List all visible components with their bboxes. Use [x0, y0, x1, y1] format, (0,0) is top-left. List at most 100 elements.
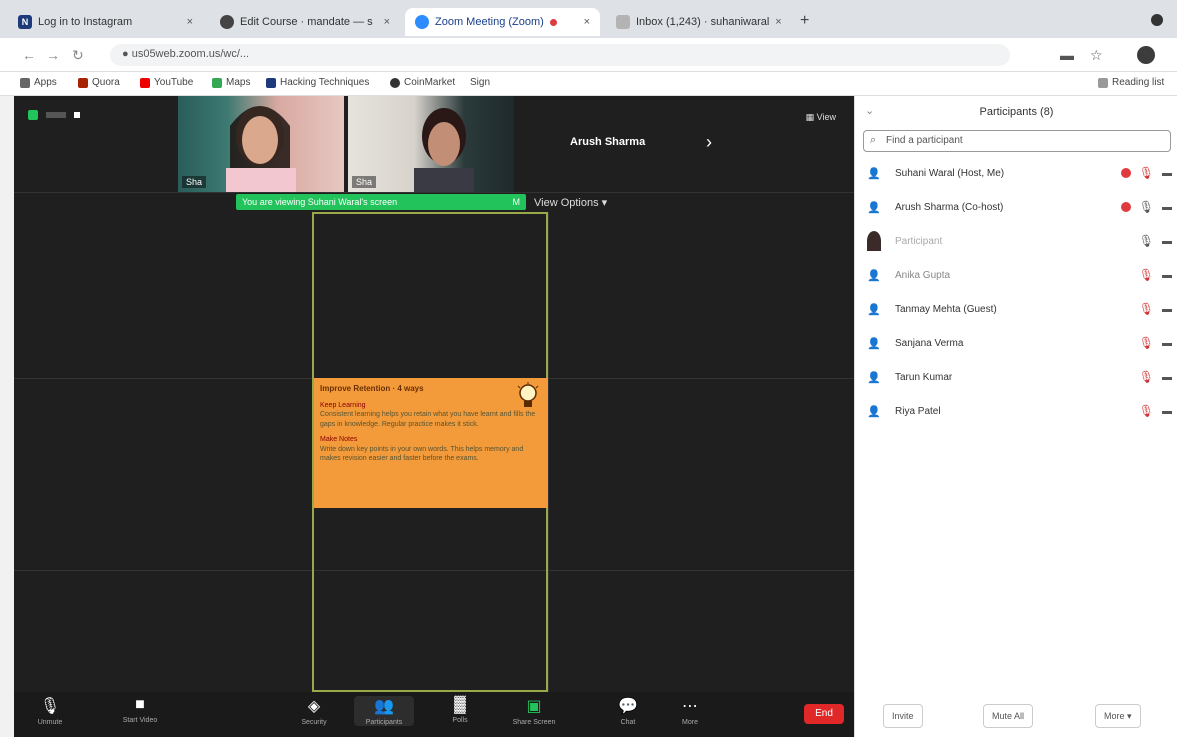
participant-name: Riya Patel: [895, 405, 941, 417]
reading-list-button[interactable]: Reading list: [1098, 77, 1164, 88]
security-button[interactable]: ◈ Security: [284, 696, 344, 726]
end-meeting-button[interactable]: End: [804, 704, 844, 724]
mic-muted-icon[interactable]: 🎙: [1139, 370, 1154, 384]
url-field[interactable]: ● us05web.zoom.us/wc/...: [110, 44, 1010, 66]
mic-muted-icon[interactable]: 🎙: [1139, 166, 1154, 180]
back-icon[interactable]: ←: [22, 47, 36, 63]
participant-row[interactable]: 👤 Arush Sharma (Co-host) 🎙 ▬: [867, 192, 1172, 222]
reload-icon[interactable]: ↻: [72, 47, 84, 64]
video-off-icon[interactable]: ▬: [1162, 304, 1172, 315]
participant-row[interactable]: 👤 Sanjana Verma 🎙 ▬: [867, 328, 1172, 358]
video-off-icon[interactable]: ▬: [1162, 406, 1172, 417]
person-icon: 👤: [867, 303, 881, 316]
tab-edit-course[interactable]: Edit Course · mandate — s ×: [210, 8, 400, 36]
participant-search-input[interactable]: ⌕ Find a participant: [863, 130, 1171, 152]
shield-icon: ◈: [307, 698, 321, 715]
tab-inbox[interactable]: Inbox (1,243) · suhaniwaral ×: [606, 8, 791, 36]
participant-row[interactable]: 👤 Anika Gupta 🎙 ▬: [867, 260, 1172, 290]
start-video-button[interactable]: ■ Start Video: [110, 696, 170, 724]
participant-name: Suhani Waral (Host, Me): [895, 167, 1005, 179]
tab-label: Inbox (1,243) · suhaniwaral: [636, 16, 770, 28]
view-button[interactable]: ▦ View: [806, 112, 836, 123]
profile-avatar[interactable]: [1137, 46, 1155, 64]
mic-muted-icon[interactable]: 🎙: [1139, 336, 1154, 350]
person-icon: 👤: [867, 167, 881, 180]
video-off-icon[interactable]: ▬: [1162, 372, 1172, 383]
search-placeholder: Find a participant: [886, 135, 963, 146]
participant-row[interactable]: 👤 Tarun Kumar 🎙 ▬: [867, 362, 1172, 392]
instagram-favicon: N: [18, 15, 32, 29]
unmute-button[interactable]: 🎙 Unmute: [20, 696, 80, 726]
more-button[interactable]: ⋯ More: [660, 696, 720, 726]
participant-name: Participant: [895, 235, 943, 247]
bookmark-hacking[interactable]: Hacking Techniques: [266, 77, 369, 88]
grid-icon: ▦: [805, 112, 817, 122]
chat-button[interactable]: 💬 Chat: [598, 696, 658, 726]
bookmark-maps[interactable]: Maps: [212, 77, 250, 88]
more-icon: ⋯: [682, 698, 698, 715]
mic-muted-icon[interactable]: 🎙: [1139, 302, 1154, 316]
video-off-icon[interactable]: ▬: [1162, 168, 1172, 179]
mail-favicon: [616, 15, 630, 29]
video-off-icon[interactable]: ▬: [1162, 236, 1172, 247]
lightbulb-icon: [517, 382, 539, 407]
mic-muted-icon[interactable]: 🎙: [1139, 268, 1154, 282]
tab-zoom-meeting[interactable]: Zoom Meeting (Zoom) ×: [405, 8, 600, 36]
tab-label: Zoom Meeting (Zoom): [435, 16, 544, 28]
url-text: us05web.zoom.us/wc/...: [131, 48, 250, 60]
close-icon[interactable]: ×: [187, 16, 193, 28]
share-screen-button[interactable]: ▣ Share Screen: [504, 696, 564, 726]
close-icon[interactable]: ×: [384, 16, 390, 28]
participant-row[interactable]: Participant 🎙 ▬: [867, 226, 1172, 256]
video-off-icon[interactable]: ▬: [1162, 202, 1172, 213]
participant-row[interactable]: 👤 Tanmay Mehta (Guest) 🎙 ▬: [867, 294, 1172, 324]
video-icon: ■: [135, 696, 145, 713]
chevron-right-icon[interactable]: ›: [706, 132, 712, 153]
participant-row[interactable]: 👤 Suhani Waral (Host, Me) 🎙 ▬: [867, 158, 1172, 188]
mic-muted-icon[interactable]: 🎙: [1139, 404, 1154, 418]
recording-icon: [1120, 202, 1131, 212]
video-off-icon[interactable]: ▬: [1162, 338, 1172, 349]
mic-icon[interactable]: 🎙: [1139, 200, 1154, 214]
shield-icon[interactable]: [28, 110, 38, 120]
mute-all-button[interactable]: Mute All: [983, 704, 1034, 728]
participants-title: Participants (8): [979, 106, 1054, 118]
invite-button[interactable]: Invite: [883, 704, 923, 728]
video-thumbnail[interactable]: Sha: [348, 96, 514, 192]
video-off-icon[interactable]: ▬: [1162, 270, 1172, 281]
bookmark-coinmarket[interactable]: CoinMarket: [390, 77, 455, 88]
slide-title: Improve Retention · 4 ways: [320, 384, 424, 393]
speaker-name: Arush Sharma: [570, 136, 646, 148]
recording-icon: [1120, 168, 1131, 178]
person-icon: 👤: [867, 337, 881, 350]
bookmark-quora[interactable]: Quora: [78, 77, 120, 88]
meeting-info: [28, 110, 80, 120]
poll-icon: ▓: [454, 696, 466, 713]
tab-label: Edit Course · mandate — s: [240, 16, 373, 28]
info-indicator: [46, 112, 66, 118]
participant-row[interactable]: 👤 Riya Patel 🎙 ▬: [867, 396, 1172, 426]
grid-divider: [548, 212, 549, 692]
extension-icon[interactable]: ▬: [1060, 47, 1074, 63]
polls-button[interactable]: ▓ Polls: [430, 696, 490, 724]
bookmark-youtube[interactable]: YouTube: [140, 77, 193, 88]
slide-heading: Make Notes: [320, 436, 358, 444]
participant-name: Tarun Kumar: [895, 371, 953, 383]
tab-instagram[interactable]: N Log in to Instagram ×: [8, 8, 203, 36]
bookmark-sign[interactable]: Sign: [470, 77, 490, 88]
share-banner-extra: M: [512, 197, 521, 207]
forward-icon[interactable]: →: [46, 47, 60, 63]
close-icon[interactable]: ×: [775, 16, 781, 28]
mic-icon[interactable]: 🎙: [1139, 234, 1154, 248]
star-icon[interactable]: ☆: [1090, 47, 1103, 64]
participants-button[interactable]: 👥 Participants: [354, 696, 414, 726]
participants-panel: ⌄ Participants (8) ⌕ Find a participant …: [854, 96, 1177, 737]
more-options-button[interactable]: More ▾: [1095, 704, 1141, 728]
participant-photo: [867, 231, 881, 251]
video-thumbnail[interactable]: Sha: [178, 96, 344, 192]
bookmark-apps[interactable]: Apps: [20, 77, 57, 88]
close-icon[interactable]: ×: [584, 16, 590, 28]
new-tab-button[interactable]: +: [800, 12, 809, 30]
view-options-button[interactable]: View Options ▾: [534, 196, 607, 209]
window-control-icon[interactable]: [1151, 14, 1163, 26]
